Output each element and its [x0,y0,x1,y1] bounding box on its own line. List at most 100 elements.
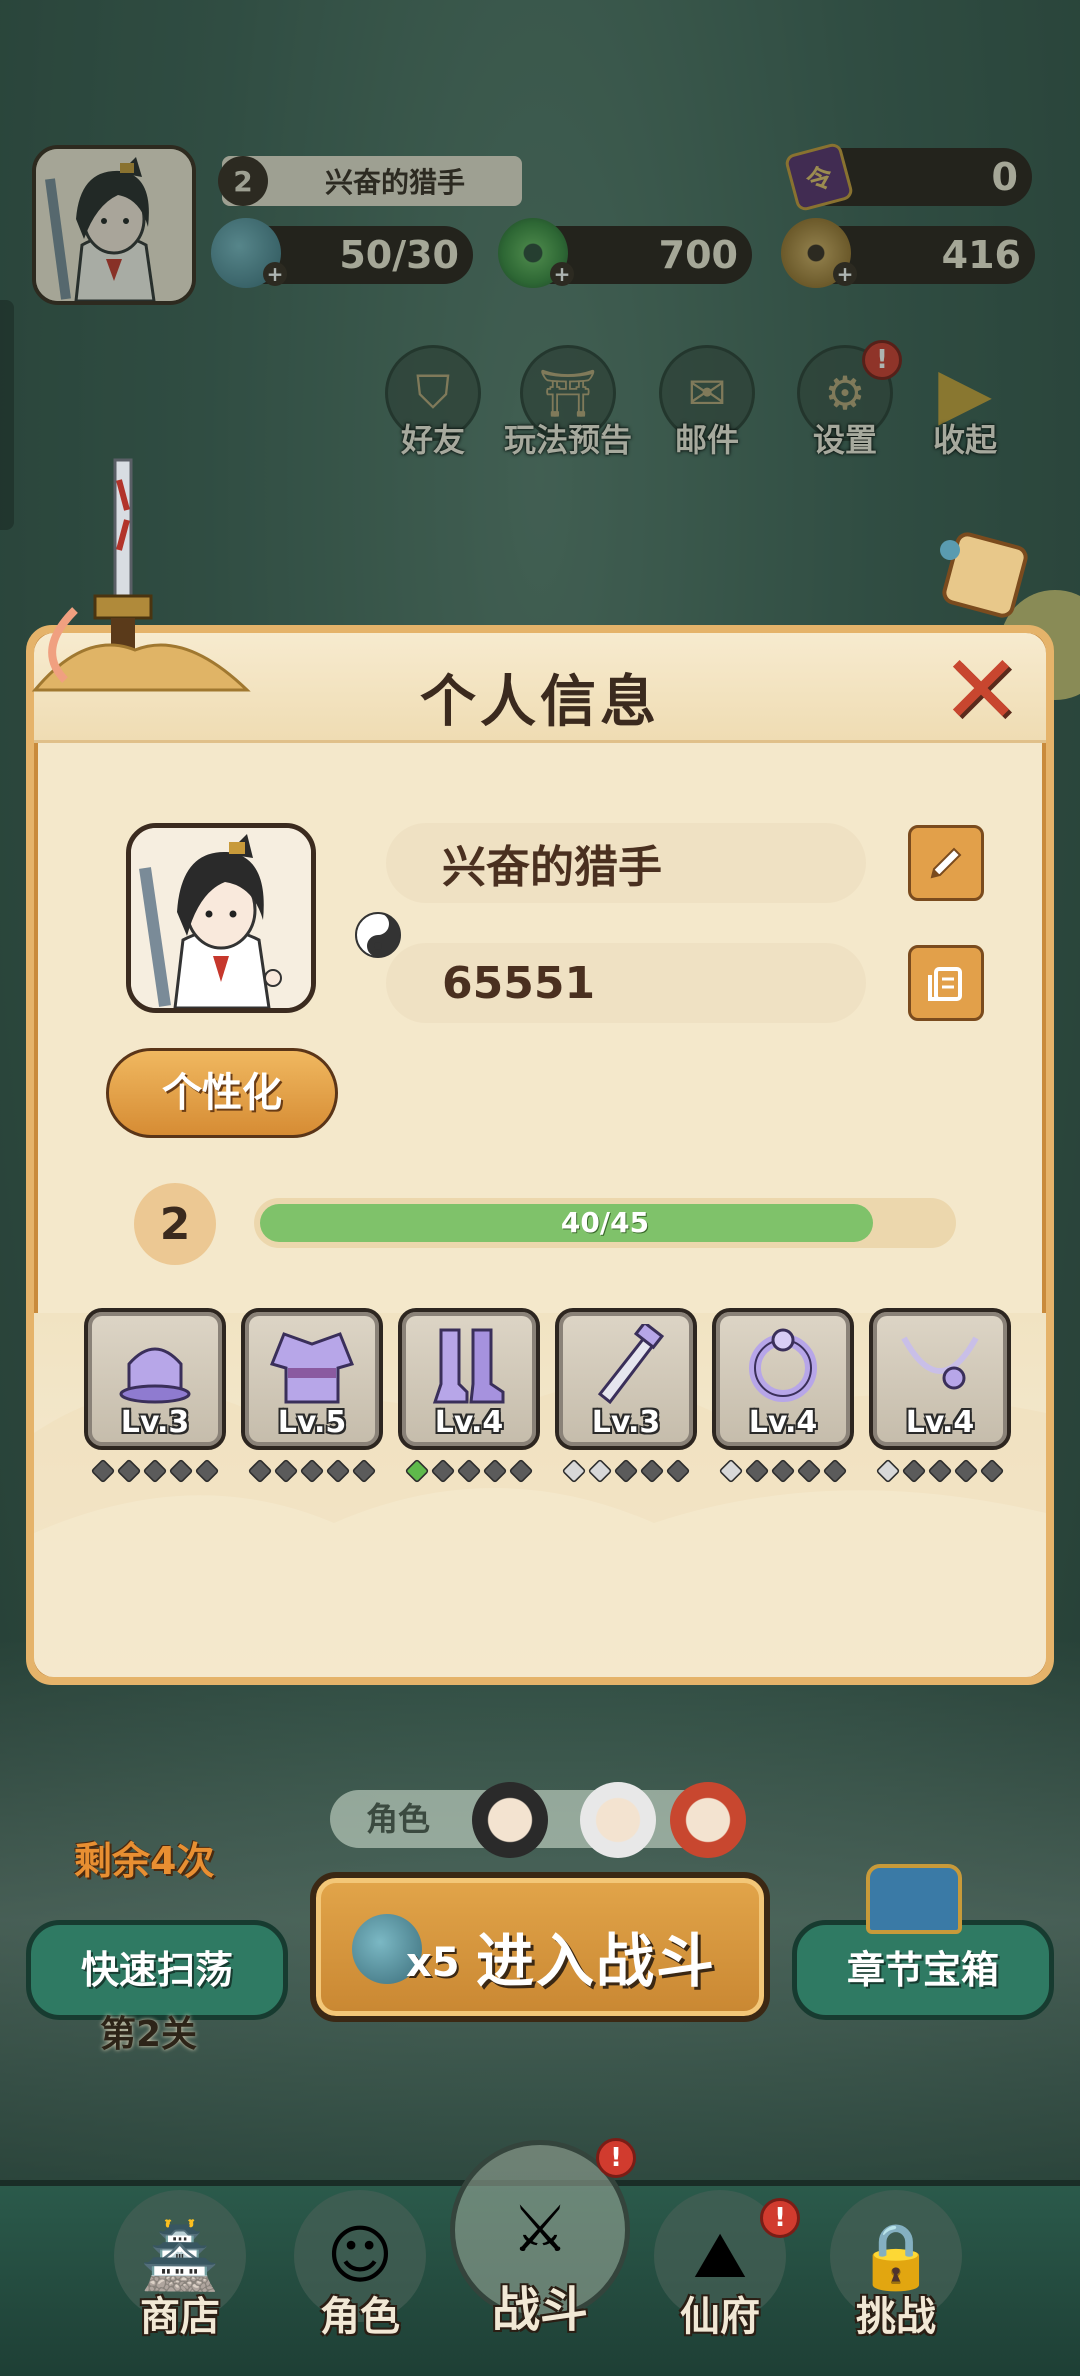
nickname-field: 兴奋的猎手 [386,823,866,903]
star-gem-icon [587,1458,613,1484]
nav-challenge-label: 挑战 [856,2294,936,2340]
equipment-level: Lv.5 [277,1405,347,1440]
equipment-frame: Lv.5 [241,1308,383,1450]
battle-alert-badge: ! [596,2138,636,2178]
nav-challenge[interactable]: 🔒 挑战 [826,2190,966,2342]
team-member-avatar[interactable] [472,1782,548,1858]
star-gem-icon [508,1458,534,1484]
boots-icon [432,1328,505,1404]
nav-role-label: 角色 [320,2294,400,2340]
star-gem-icon [247,1458,273,1484]
star-gem-icon [351,1458,377,1484]
equipment-slot-necklace[interactable]: Lv.4 [869,1308,1011,1484]
star-rating [869,1458,1011,1484]
star-gem-icon [613,1458,639,1484]
team-member-avatar[interactable] [580,1782,656,1858]
star-gem-icon [325,1458,351,1484]
star-gem-icon [796,1458,822,1484]
equipment-frame: Lv.4 [869,1308,1011,1450]
nav-shop[interactable]: 🏯 商店 [110,2190,250,2342]
star-gem-icon [822,1458,848,1484]
battle-cost: x5 [406,1940,460,1986]
pencil-icon [930,847,962,879]
star-rating [241,1458,383,1484]
player-id-field: 65551 [386,943,866,1023]
xp-progress-text: 40/45 [560,1206,650,1239]
equipment-slot-boots[interactable]: Lv.4 [398,1308,540,1484]
necklace-icon [901,1336,979,1390]
star-gem-icon [273,1458,299,1484]
equipment-frame: Lv.3 [84,1308,226,1450]
star-gem-icon [194,1458,220,1484]
nav-role[interactable]: ☺ 角色 [290,2190,430,2342]
nav-shop-label: 商店 [140,2294,220,2340]
star-gem-icon [901,1458,927,1484]
chapter-chest-button[interactable]: 章节宝箱 [792,1920,1054,2020]
profile-avatar[interactable] [126,823,316,1013]
equipment-slot-ring[interactable]: Lv.4 [712,1308,854,1484]
star-gem-icon [718,1458,744,1484]
yinyang-icon [355,912,401,958]
star-gem-icon [639,1458,665,1484]
star-gem-icon [482,1458,508,1484]
star-gem-icon [456,1458,482,1484]
equipment-slot-sword[interactable]: Lv.3 [555,1308,697,1484]
star-gem-icon [979,1458,1005,1484]
star-gem-icon [744,1458,770,1484]
star-gem-icon [299,1458,325,1484]
equipment-level: Lv.4 [748,1405,818,1440]
star-rating [712,1458,854,1484]
star-gem-icon [875,1458,901,1484]
star-gem-icon [404,1458,430,1484]
equipment-level: Lv.4 [905,1405,975,1440]
robe-icon [269,1332,355,1404]
scroll-decoration-icon [940,532,1028,618]
realm-alert-badge: ! [760,2198,800,2238]
nav-battle-label: 战斗 [491,2282,588,2338]
star-gem-icon [430,1458,456,1484]
equipment-level: Lv.4 [434,1405,504,1440]
star-gem-icon [142,1458,168,1484]
hat-icon [119,1347,191,1404]
equipment-slot-robe[interactable]: Lv.5 [241,1308,383,1484]
star-gem-icon [168,1458,194,1484]
equipment-frame: Lv.4 [712,1308,854,1450]
equipment-row: Lv.3 Lv.5 Lv.4 Lv.3 Lv.4 Lv.4 [84,1308,1024,1488]
level-circle: 2 [134,1183,216,1265]
bottom-nav: 🏯 商店 ☺ 角色 ⚔ 战斗 ! ⛰ 仙府 ! 🔒 挑战 [0,2138,1080,2376]
star-gem-icon [561,1458,587,1484]
star-gem-icon [927,1458,953,1484]
star-rating [398,1458,540,1484]
equipment-frame: Lv.3 [555,1308,697,1450]
star-gem-icon [665,1458,691,1484]
chest-icon [866,1864,962,1934]
nav-realm-label: 仙府 [680,2294,760,2340]
team-member-avatar[interactable] [670,1782,746,1858]
battle-label: 进入战斗 [476,1927,717,1995]
equipment-frame: Lv.4 [398,1308,540,1450]
star-rating [84,1458,226,1484]
profile-modal: 个人信息 ✕ 兴奋的猎手 65551 个性化 2 40/45 Lv.3 Lv.5… [26,625,1054,1685]
team-label: 角色 [366,1800,431,1838]
ring-icon [749,1328,817,1402]
equipment-slot-hat[interactable]: Lv.3 [84,1308,226,1484]
personalize-button[interactable]: 个性化 [106,1048,338,1138]
equipment-level: Lv.3 [120,1405,190,1440]
star-gem-icon [116,1458,142,1484]
sword-icon [597,1324,665,1404]
sweep-remaining-count: 剩余4次 [74,1839,215,1883]
star-gem-icon [770,1458,796,1484]
modal-body: 兴奋的猎手 65551 个性化 2 40/45 Lv.3 Lv.5 Lv.4 Lv.3… [34,743,1046,1677]
star-gem-icon [953,1458,979,1484]
edit-name-button[interactable] [908,825,984,901]
close-button[interactable]: ✕ [938,642,1024,738]
stage-label: 第2关 [100,2014,198,2055]
sword-decoration-icon [31,458,251,692]
xp-progress-bar: 40/45 [254,1198,956,1248]
copy-icon [928,967,962,1001]
star-gem-icon [90,1458,116,1484]
star-rating [555,1458,697,1484]
enter-battle-button[interactable]: x5 进入战斗 [310,1872,770,2022]
equipment-level: Lv.3 [591,1405,661,1440]
copy-id-button[interactable] [908,945,984,1021]
